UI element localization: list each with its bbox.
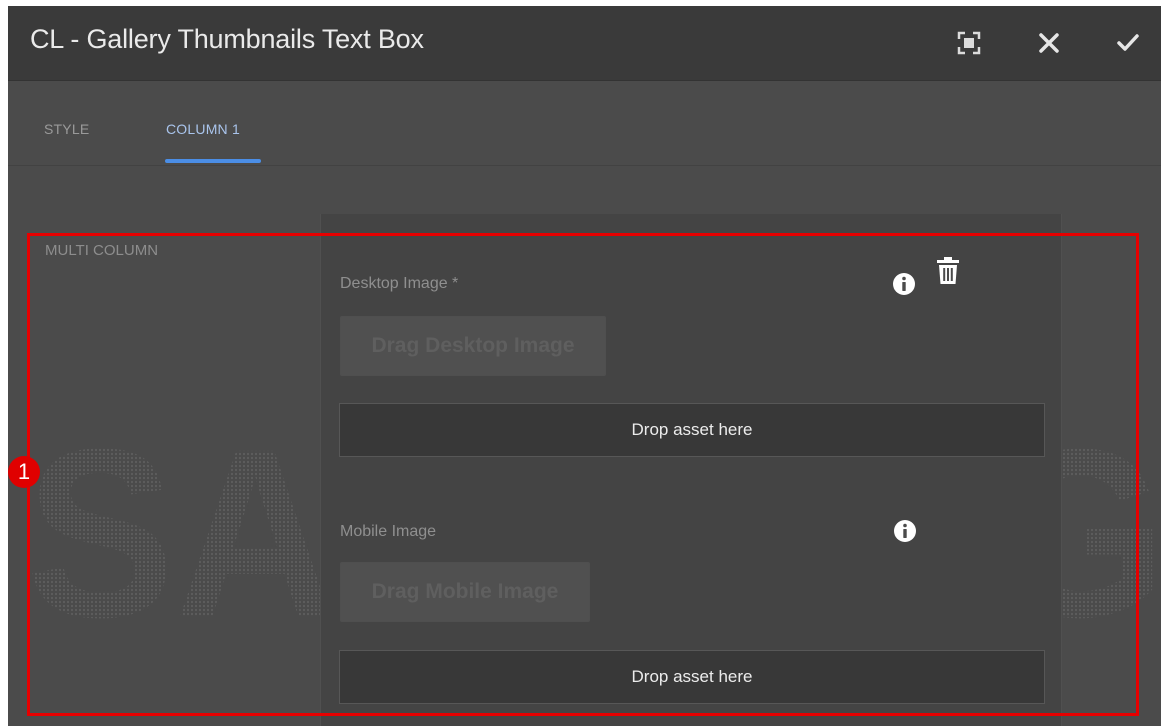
- info-icon[interactable]: [893, 519, 917, 543]
- info-icon[interactable]: [892, 272, 916, 296]
- dialog: CL - Gallery Thumbnails Text Box STYLE C…: [8, 6, 1161, 726]
- tab-style[interactable]: STYLE: [44, 121, 89, 137]
- desktop-drop-zone[interactable]: Drop asset here: [339, 403, 1045, 457]
- annotation-marker: 1: [8, 456, 40, 488]
- mobile-image-label: Mobile Image: [340, 523, 437, 540]
- trash-icon[interactable]: [935, 256, 961, 286]
- check-icon[interactable]: [1113, 28, 1143, 58]
- active-tab-indicator: [165, 159, 261, 163]
- close-icon[interactable]: [1034, 28, 1064, 58]
- drag-desktop-image-button[interactable]: Drag Desktop Image: [340, 316, 606, 376]
- dialog-titlebar: CL - Gallery Thumbnails Text Box: [8, 6, 1161, 81]
- desktop-image-label: Desktop Image *: [340, 275, 459, 292]
- fullscreen-icon[interactable]: [954, 28, 984, 58]
- tab-bar: STYLE COLUMN 1: [8, 81, 1161, 166]
- drag-mobile-image-button[interactable]: Drag Mobile Image: [340, 562, 590, 622]
- section-label: MULTI COLUMN: [45, 242, 159, 259]
- tab-column-1[interactable]: COLUMN 1: [166, 121, 240, 137]
- dialog-title: CL - Gallery Thumbnails Text Box: [30, 24, 424, 54]
- mobile-drop-zone[interactable]: Drop asset here: [339, 650, 1045, 704]
